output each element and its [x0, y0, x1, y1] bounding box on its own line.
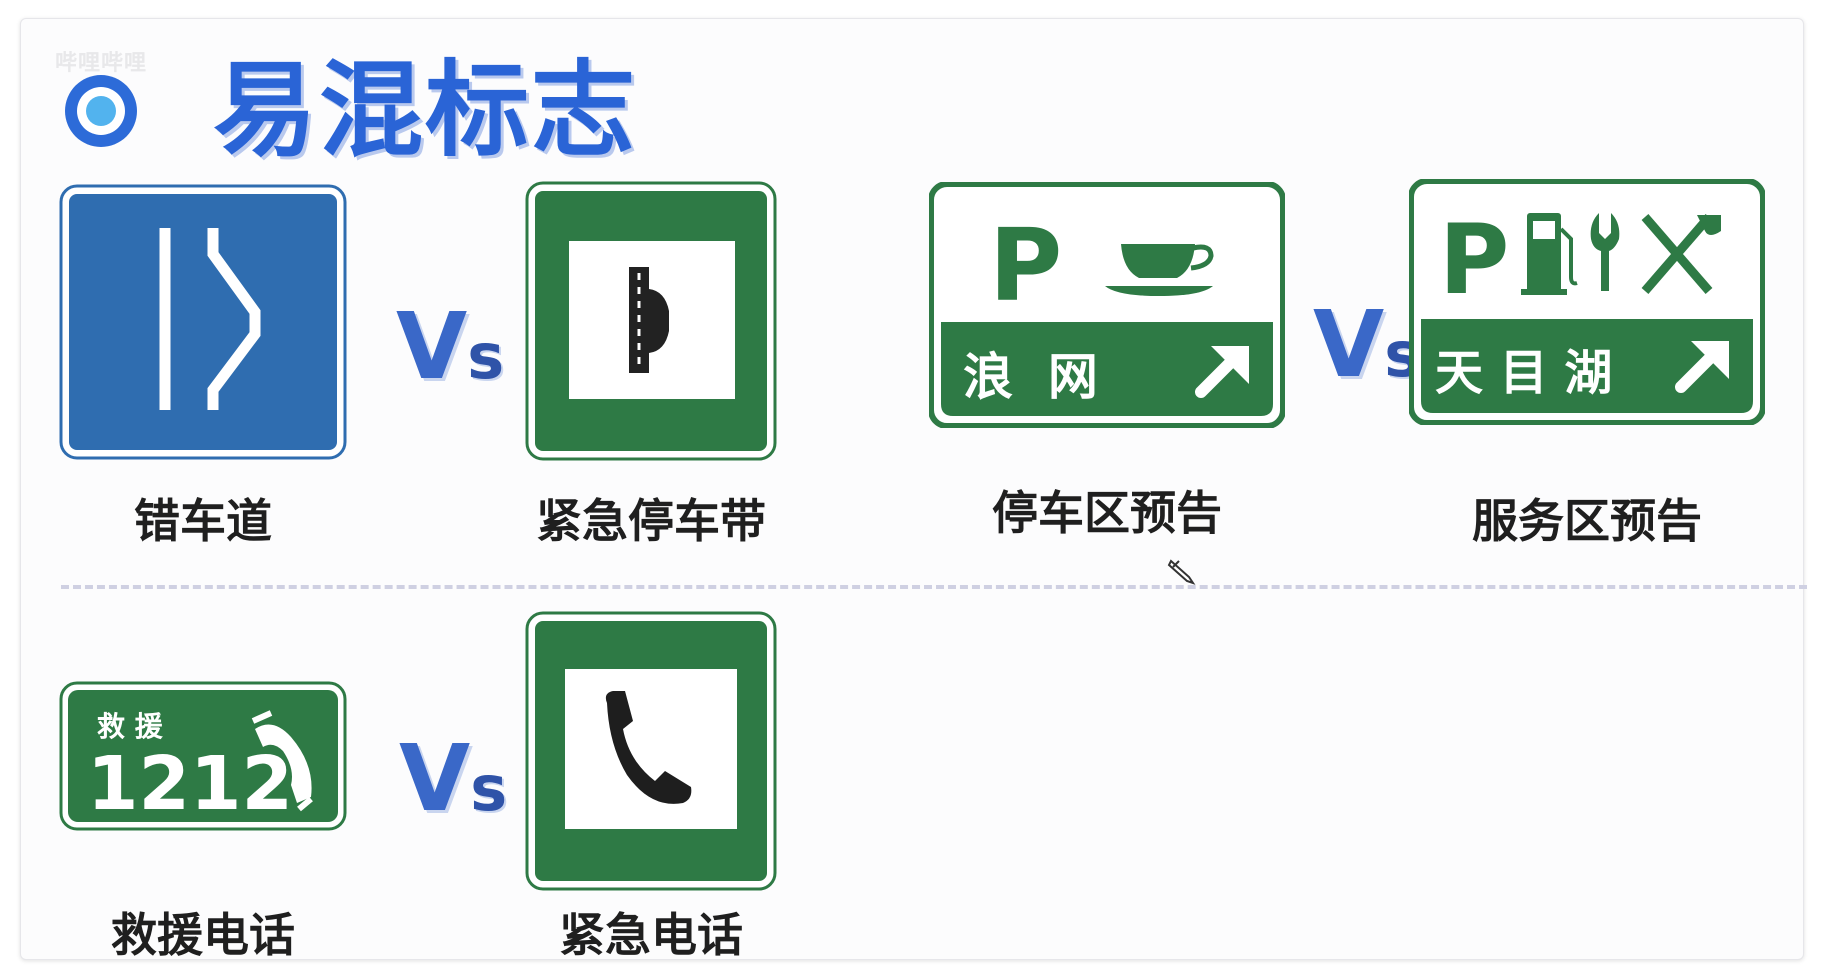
passing-bay-sign: [59, 184, 347, 460]
parking-p-glyph: P: [989, 207, 1062, 324]
vs-label-2: Vs: [1313, 299, 1421, 391]
caption-parking-area-advance: 停车区预告: [992, 486, 1222, 540]
vs-s: s: [470, 752, 508, 825]
caption-emergency-parking-strip: 紧急停车带: [536, 494, 766, 548]
parking-area-place-name: 浪 网: [963, 348, 1098, 406]
vs-v: V: [396, 293, 468, 400]
vs-s: s: [467, 320, 505, 393]
target-bullet-icon: [65, 75, 137, 147]
pencil-cursor-icon: [1167, 559, 1196, 585]
emergency-parking-strip-sign: [525, 181, 777, 461]
section-divider: [61, 585, 1807, 589]
caption-passing-bay: 错车道: [134, 494, 272, 548]
rescue-phone-sign: 救 援 1212: [59, 681, 347, 831]
slide: 哔哩哔哩 易混标志 错车道 Vs 紧急停车带 P 浪 网 停车区预告 Vs P …: [20, 18, 1807, 962]
caption-service-area-advance: 服务区预告: [1472, 494, 1702, 548]
page-title: 易混标志: [213, 49, 638, 171]
parking-area-advance-sign: P 浪 网: [929, 182, 1285, 428]
service-area-advance-sign: P 天 目 湖: [1409, 179, 1765, 425]
vs-label-3: Vs: [399, 733, 507, 825]
service-p-glyph: P: [1439, 204, 1509, 316]
service-area-place-name: 天 目 湖: [1435, 345, 1612, 401]
rescue-sign-number: 1212: [87, 741, 293, 827]
rescue-sign-label: 救 援: [97, 710, 164, 743]
vs-v: V: [399, 725, 471, 832]
vs-label-1: Vs: [396, 301, 504, 393]
vs-v: V: [1313, 291, 1385, 398]
caption-rescue-phone: 救援电话: [111, 908, 295, 962]
caption-emergency-phone: 紧急电话: [559, 908, 743, 962]
emergency-phone-sign: [525, 611, 777, 891]
